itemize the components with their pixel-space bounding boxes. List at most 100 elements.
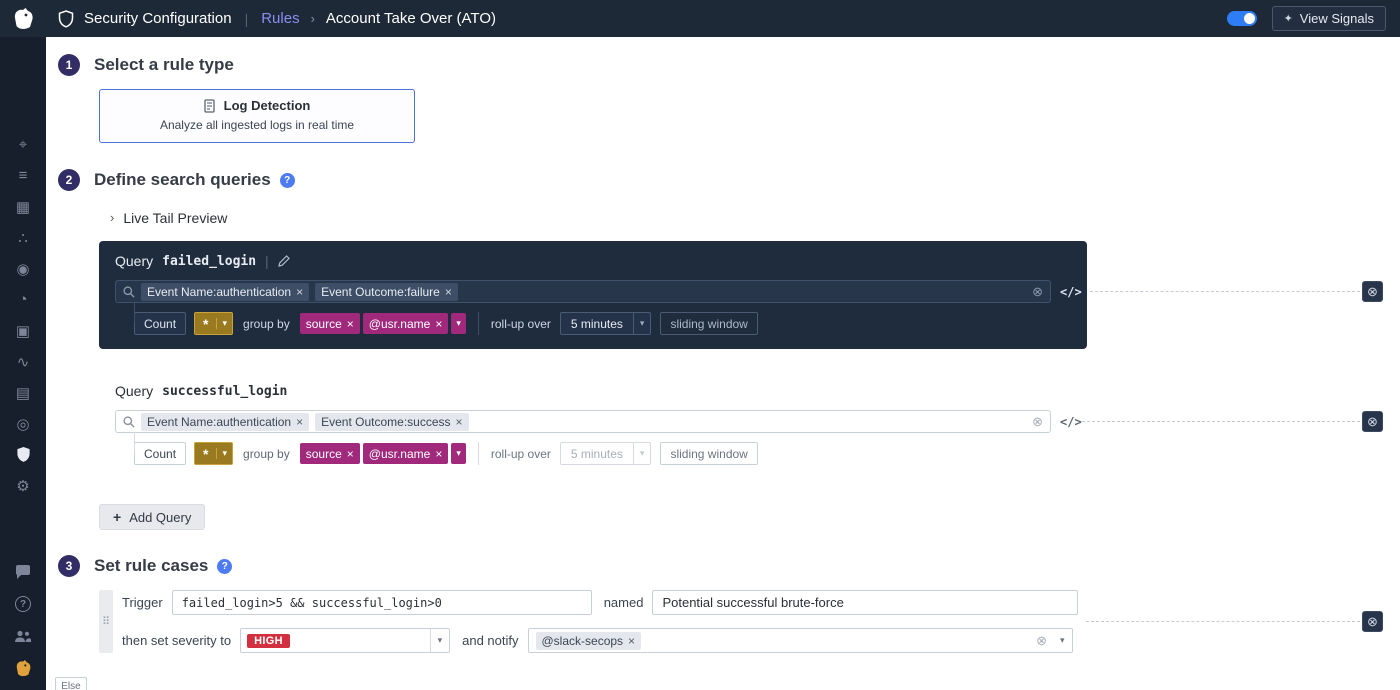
query2-search-input[interactable]: Event Name:authentication × Event Outcom… [115, 410, 1051, 433]
watchdog-icon[interactable]: ⌖ [0, 129, 46, 160]
connector-line [1086, 621, 1360, 622]
code-view-icon[interactable]: </> [1060, 285, 1082, 299]
severity-badge: HIGH [247, 634, 290, 648]
search-tag[interactable]: Event Name:authentication × [141, 283, 309, 301]
remove-tag-icon[interactable]: × [347, 447, 354, 461]
team-icon[interactable] [0, 620, 46, 652]
nav-sidebar: ⌖ ≡ ▦ ∴ ◉ ◔ ▣ ∿ ▤ ◎ ⚙ ? [0, 37, 46, 690]
count-field-dropdown[interactable]: * ▾ [194, 442, 233, 465]
group-by-caret-icon[interactable]: ▾ [451, 313, 466, 334]
notebooks-icon[interactable]: ▤ [0, 377, 46, 408]
group-by-label: group by [243, 317, 290, 331]
query1-name: failed_login [162, 254, 256, 269]
rollup-interval-dropdown-disabled[interactable]: 5 minutes ▾ [560, 442, 652, 465]
notify-tag[interactable]: @slack-secops × [536, 632, 642, 650]
query-card-successful-login: Query successful_login Event Name:authen… [115, 382, 1075, 465]
log-detection-icon [204, 99, 217, 113]
group-by-tag[interactable]: @usr.name × [363, 443, 449, 464]
security-shield-icon [58, 10, 74, 28]
processes-icon[interactable]: ∴ [0, 222, 46, 253]
severity-label: then set severity to [122, 633, 231, 648]
trigger-row: Trigger failed_login>5 && successful_log… [122, 590, 1078, 615]
infrastructure-icon[interactable]: ▣ [0, 315, 46, 346]
remove-tag-icon[interactable]: × [435, 447, 442, 461]
step3-title: Set rule cases [94, 556, 208, 576]
remove-tag-icon[interactable]: × [445, 284, 452, 300]
search-tag[interactable]: Event Outcome:failure × [315, 283, 458, 301]
sliding-window-toggle[interactable]: sliding window [660, 442, 757, 465]
severity-row: then set severity to HIGH ▾ and notify @… [122, 628, 1078, 653]
remove-tag-icon[interactable]: × [347, 317, 354, 331]
add-query-button[interactable]: + Add Query [99, 504, 205, 530]
caret-down-icon[interactable]: ▾ [1060, 635, 1065, 646]
rule-type-log-detection-card[interactable]: Log Detection Analyze all ingested logs … [99, 89, 415, 143]
breadcrumb-chevron-icon: › [311, 11, 315, 26]
clear-search-icon[interactable]: ⊗ [1032, 414, 1043, 430]
count-selector[interactable]: Count [134, 442, 186, 465]
remove-tag-icon[interactable]: × [628, 633, 635, 649]
sliding-window-toggle[interactable]: sliding window [660, 312, 757, 335]
rollup-interval-dropdown[interactable]: 5 minutes ▾ [560, 312, 652, 335]
live-tail-preview-toggle[interactable]: › Live Tail Preview [110, 209, 1400, 226]
group-by-caret-icon[interactable]: ▾ [451, 443, 466, 464]
events-icon[interactable]: ≡ [0, 160, 46, 191]
metrics-icon[interactable]: ∿ [0, 346, 46, 377]
notify-input[interactable]: @slack-secops × ⊗ ▾ [528, 628, 1073, 653]
monitors-icon[interactable]: ◉ [0, 253, 46, 284]
step3-number-badge: 3 [58, 555, 80, 577]
remove-tag-icon[interactable]: × [435, 317, 442, 331]
search-icon [123, 286, 135, 298]
count-selector[interactable]: Count [134, 312, 186, 335]
apm-icon[interactable]: ◔ [0, 284, 46, 315]
datadog-logo[interactable] [0, 7, 46, 31]
search-tag[interactable]: Event Outcome:success × [315, 413, 468, 431]
help-icon[interactable]: ? [0, 588, 46, 620]
chat-icon[interactable] [0, 556, 46, 588]
count-field-dropdown[interactable]: * ▾ [194, 312, 233, 335]
step2-info-icon[interactable]: ? [280, 173, 295, 188]
query1-measure-row: Count * ▾ group by source × @usr.name × … [134, 312, 1081, 335]
app-title: Security Configuration [84, 10, 232, 27]
dashboards-icon[interactable]: ▦ [0, 191, 46, 222]
topbar-right: ✦ View Signals [1227, 6, 1400, 31]
datadog-dog-icon [10, 7, 36, 31]
code-view-icon[interactable]: </> [1060, 415, 1082, 429]
nav-bottom-icons: ? [0, 556, 46, 684]
severity-dropdown[interactable]: HIGH ▾ [240, 628, 450, 653]
security-nav-icon[interactable] [0, 439, 46, 470]
step1-title: Select a rule type [94, 55, 234, 75]
group-by-tag[interactable]: @usr.name × [363, 313, 449, 334]
trigger-input[interactable]: failed_login>5 && successful_login>0 [172, 590, 592, 615]
remove-tag-icon[interactable]: × [296, 414, 303, 430]
settings-icon[interactable]: ⚙ [0, 470, 46, 501]
search-icon [123, 416, 135, 428]
breadcrumb-rules-link[interactable]: Rules [261, 10, 299, 27]
group-by-tag[interactable]: source × [300, 313, 360, 334]
remove-case-button[interactable]: ⊗ [1362, 611, 1383, 632]
logs-icon[interactable]: ◎ [0, 408, 46, 439]
case-name-input[interactable]: Potential successful brute-force [652, 590, 1078, 615]
query1-title-row: Query failed_login | [115, 252, 1081, 270]
rule-type-subtitle: Analyze all ingested logs in real time [110, 118, 404, 132]
step3-info-icon[interactable]: ? [217, 559, 232, 574]
remove-tag-icon[interactable]: × [456, 414, 463, 430]
breadcrumb-current: Account Take Over (ATO) [326, 10, 496, 27]
edit-query-icon[interactable] [278, 255, 290, 267]
title-separator: | [245, 11, 249, 27]
datadog-bits-icon[interactable] [0, 652, 46, 684]
clear-notify-icon[interactable]: ⊗ [1036, 633, 1047, 649]
rule-enabled-toggle[interactable] [1227, 11, 1257, 26]
rule-type-title: Log Detection [224, 98, 311, 113]
view-signals-button[interactable]: ✦ View Signals [1272, 6, 1386, 31]
remove-tag-icon[interactable]: × [296, 284, 303, 300]
nav-icons: ⌖ ≡ ▦ ∴ ◉ ◔ ▣ ∿ ▤ ◎ ⚙ [0, 37, 46, 501]
drag-handle-icon[interactable]: ⠿ [99, 590, 113, 653]
main-content: 1 Select a rule type Log Detection Analy… [46, 37, 1400, 690]
search-tag[interactable]: Event Name:authentication × [141, 413, 309, 431]
rollup-label: roll-up over [491, 317, 551, 331]
clear-search-icon[interactable]: ⊗ [1032, 284, 1043, 300]
query1-search-input[interactable]: Event Name:authentication × Event Outcom… [115, 280, 1051, 303]
group-by-tag[interactable]: source × [300, 443, 360, 464]
remove-query-button[interactable]: ⊗ [1362, 411, 1383, 432]
remove-query-button[interactable]: ⊗ [1362, 281, 1383, 302]
